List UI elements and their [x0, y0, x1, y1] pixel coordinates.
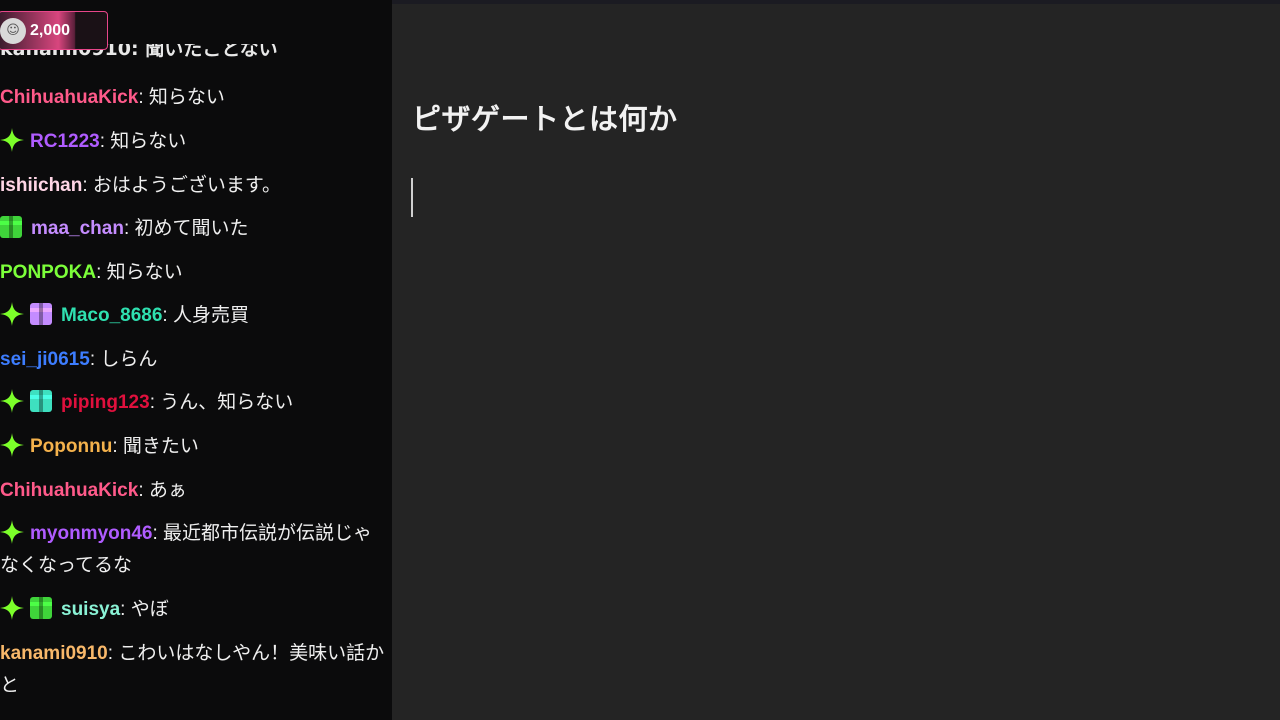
chat-message-text: 知らない	[110, 131, 187, 152]
chat-separator: :	[123, 218, 135, 239]
chat-message-text: 初めて聞いた	[134, 218, 249, 239]
chat-message-text: しらん	[100, 349, 158, 370]
chat-separator: :	[149, 392, 161, 413]
sparkle-badge-icon[interactable]	[0, 128, 24, 152]
chat-message-text: 知らない	[148, 87, 225, 108]
chat-message-text: おはようございます。	[92, 175, 282, 196]
sparkle-badge-icon[interactable]	[0, 433, 24, 457]
chat-username[interactable]: ishiichan	[0, 175, 82, 196]
chat-message: Poponnu: 聞きたい	[0, 431, 385, 463]
chat-username[interactable]: Maco_8686	[61, 305, 162, 326]
text-cursor	[411, 178, 413, 217]
chat-username[interactable]: Poponnu	[30, 436, 112, 457]
chat-message: suisya: やぼ	[0, 594, 385, 626]
chat-separator: :	[112, 436, 123, 457]
chat-username[interactable]: kanami0910	[0, 643, 108, 664]
gift-badge-icon[interactable]	[30, 303, 52, 325]
chat-message-text: あぁ	[148, 480, 187, 501]
editor-top-border	[392, 0, 1280, 4]
chat-message: piping123: うん、知らない	[0, 387, 385, 419]
chat-username[interactable]: sei_ji0615	[0, 349, 90, 370]
chat-message: maa_chan: 初めて聞いた	[0, 213, 385, 245]
sparkle-badge-icon[interactable]	[0, 302, 24, 326]
chat-separator: :	[96, 262, 107, 283]
sparkle-badge-icon[interactable]	[0, 596, 24, 620]
gift-badge-icon[interactable]	[30, 390, 52, 412]
chat-username[interactable]: maa_chan	[31, 218, 124, 239]
chat-message-text: やぼ	[130, 599, 169, 620]
channel-points-value: 2,000	[30, 21, 71, 39]
chat-username[interactable]: suisya	[61, 599, 120, 620]
chat-separator: :	[82, 175, 93, 196]
chat-message-text: 知らない	[106, 262, 183, 283]
chat-username[interactable]: piping123	[61, 392, 150, 413]
sparkle-badge-icon[interactable]	[0, 389, 24, 413]
chat-separator: :	[152, 523, 164, 544]
sparkle-badge-icon[interactable]	[0, 520, 24, 544]
user-avatar-icon: ☺	[0, 17, 26, 44]
chat-message-text: うん、知らない	[160, 392, 294, 413]
channel-points-badge[interactable]: ☺ 2,000	[0, 11, 108, 50]
chat-separator: :	[89, 349, 101, 370]
chat-separator: :	[99, 131, 111, 152]
gift-badge-icon[interactable]	[0, 216, 22, 238]
chat-message: myonmyon46: 最近都市伝説が伝説じゃなくなってるな	[0, 518, 385, 582]
chat-message: kanami0910: こわいはなしやん！美味い話かと	[0, 638, 385, 702]
chat-message: ChihuahuaKick: あぁ	[0, 475, 385, 507]
chat-message: PONPOKA: 知らない	[0, 257, 385, 289]
gift-badge-icon[interactable]	[30, 597, 52, 619]
chat-username[interactable]: PONPOKA	[0, 262, 96, 283]
chat-message: RC1223: 知らない	[0, 126, 385, 158]
chat-message: ChihuahuaKick: 知らない	[0, 82, 385, 114]
chat-message-text: 人身売買	[172, 305, 249, 326]
chat-username[interactable]: RC1223	[30, 131, 100, 152]
document-editor[interactable]: ピザゲートとは何か	[392, 0, 1280, 720]
chat-separator: :	[107, 643, 119, 664]
document-title[interactable]: ピザゲートとは何か	[412, 96, 678, 138]
chat-message: sei_ji0615: しらん	[0, 344, 385, 376]
chat-message: ishiichan: おはようございます。	[0, 170, 385, 202]
chat-username[interactable]: ChihuahuaKick	[0, 480, 138, 501]
chat-username[interactable]: ChihuahuaKick	[0, 87, 138, 108]
chat-message: Maco_8686: 人身売買	[0, 300, 385, 332]
chat-separator: :	[138, 480, 149, 501]
chat-separator: :	[162, 305, 173, 326]
chat-panel: kanami0910: 聞いたことない ☺ 2,000 ChihuahuaKic…	[0, 0, 392, 720]
chat-separator: :	[120, 599, 131, 620]
chat-username[interactable]: myonmyon46	[30, 523, 152, 544]
chat-separator: :	[138, 87, 149, 108]
chat-message-text: 聞きたい	[122, 436, 199, 457]
